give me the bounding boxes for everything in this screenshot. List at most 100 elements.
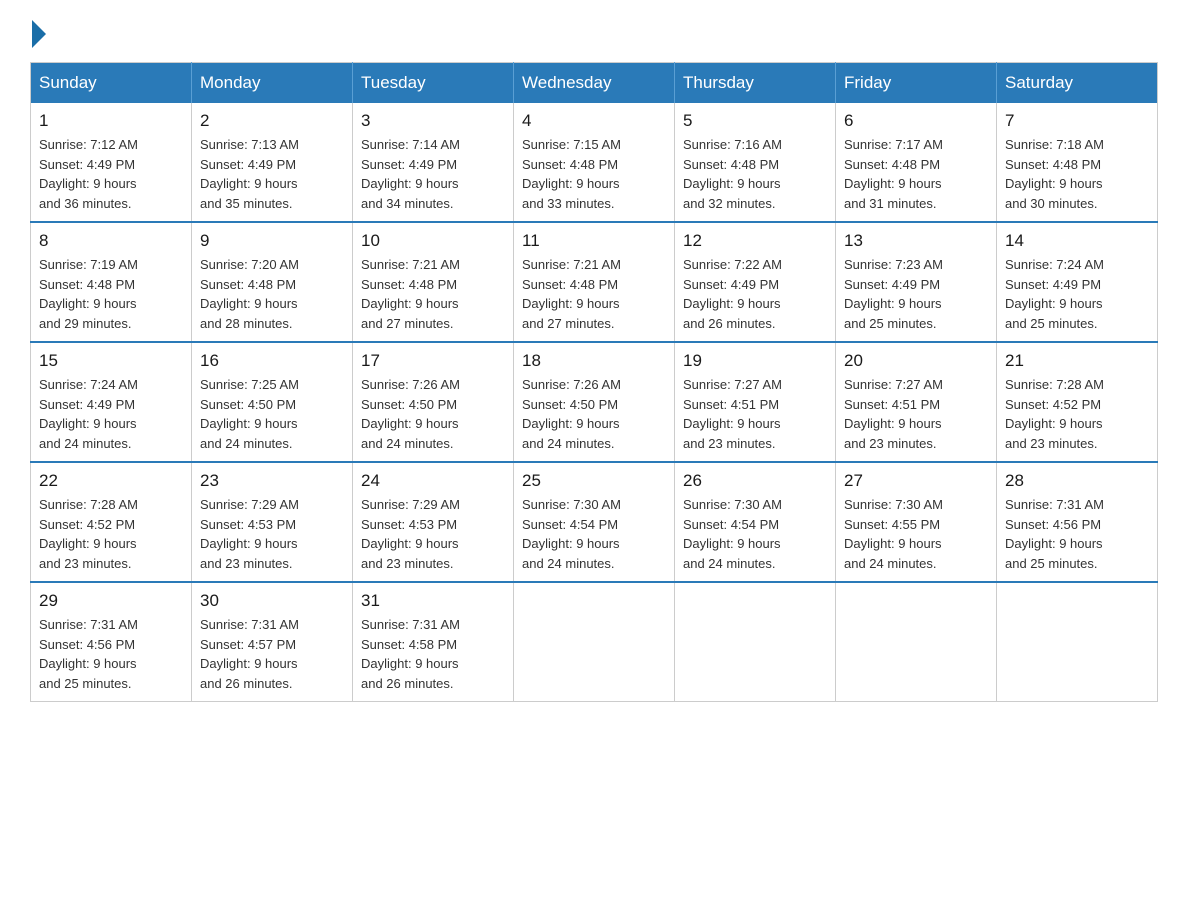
day-info: Sunrise: 7:31 AMSunset: 4:56 PMDaylight:…: [1005, 495, 1149, 573]
day-info: Sunrise: 7:29 AMSunset: 4:53 PMDaylight:…: [361, 495, 505, 573]
col-header-monday: Monday: [192, 63, 353, 104]
week-row-2: 8 Sunrise: 7:19 AMSunset: 4:48 PMDayligh…: [31, 222, 1158, 342]
day-info: Sunrise: 7:30 AMSunset: 4:54 PMDaylight:…: [522, 495, 666, 573]
day-info: Sunrise: 7:31 AMSunset: 4:57 PMDaylight:…: [200, 615, 344, 693]
day-number: 15: [39, 351, 183, 371]
day-info: Sunrise: 7:30 AMSunset: 4:54 PMDaylight:…: [683, 495, 827, 573]
day-info: Sunrise: 7:29 AMSunset: 4:53 PMDaylight:…: [200, 495, 344, 573]
day-cell: 9 Sunrise: 7:20 AMSunset: 4:48 PMDayligh…: [192, 222, 353, 342]
col-header-saturday: Saturday: [997, 63, 1158, 104]
day-info: Sunrise: 7:23 AMSunset: 4:49 PMDaylight:…: [844, 255, 988, 333]
day-info: Sunrise: 7:20 AMSunset: 4:48 PMDaylight:…: [200, 255, 344, 333]
day-cell: 20 Sunrise: 7:27 AMSunset: 4:51 PMDaylig…: [836, 342, 997, 462]
day-info: Sunrise: 7:21 AMSunset: 4:48 PMDaylight:…: [522, 255, 666, 333]
day-number: 5: [683, 111, 827, 131]
col-header-sunday: Sunday: [31, 63, 192, 104]
day-info: Sunrise: 7:13 AMSunset: 4:49 PMDaylight:…: [200, 135, 344, 213]
col-header-friday: Friday: [836, 63, 997, 104]
day-number: 18: [522, 351, 666, 371]
day-number: 20: [844, 351, 988, 371]
day-info: Sunrise: 7:26 AMSunset: 4:50 PMDaylight:…: [522, 375, 666, 453]
day-info: Sunrise: 7:25 AMSunset: 4:50 PMDaylight:…: [200, 375, 344, 453]
day-cell: 13 Sunrise: 7:23 AMSunset: 4:49 PMDaylig…: [836, 222, 997, 342]
day-info: Sunrise: 7:31 AMSunset: 4:58 PMDaylight:…: [361, 615, 505, 693]
day-number: 1: [39, 111, 183, 131]
day-info: Sunrise: 7:22 AMSunset: 4:49 PMDaylight:…: [683, 255, 827, 333]
day-number: 30: [200, 591, 344, 611]
week-row-4: 22 Sunrise: 7:28 AMSunset: 4:52 PMDaylig…: [31, 462, 1158, 582]
day-number: 24: [361, 471, 505, 491]
day-info: Sunrise: 7:31 AMSunset: 4:56 PMDaylight:…: [39, 615, 183, 693]
day-info: Sunrise: 7:19 AMSunset: 4:48 PMDaylight:…: [39, 255, 183, 333]
day-number: 19: [683, 351, 827, 371]
day-number: 6: [844, 111, 988, 131]
day-cell: 18 Sunrise: 7:26 AMSunset: 4:50 PMDaylig…: [514, 342, 675, 462]
day-number: 12: [683, 231, 827, 251]
day-number: 22: [39, 471, 183, 491]
day-number: 16: [200, 351, 344, 371]
day-cell: [514, 582, 675, 702]
day-cell: 14 Sunrise: 7:24 AMSunset: 4:49 PMDaylig…: [997, 222, 1158, 342]
day-cell: 2 Sunrise: 7:13 AMSunset: 4:49 PMDayligh…: [192, 103, 353, 222]
day-cell: 10 Sunrise: 7:21 AMSunset: 4:48 PMDaylig…: [353, 222, 514, 342]
day-number: 29: [39, 591, 183, 611]
logo: [30, 20, 48, 42]
day-info: Sunrise: 7:21 AMSunset: 4:48 PMDaylight:…: [361, 255, 505, 333]
week-row-1: 1 Sunrise: 7:12 AMSunset: 4:49 PMDayligh…: [31, 103, 1158, 222]
header-row: SundayMondayTuesdayWednesdayThursdayFrid…: [31, 63, 1158, 104]
day-cell: [836, 582, 997, 702]
day-cell: 12 Sunrise: 7:22 AMSunset: 4:49 PMDaylig…: [675, 222, 836, 342]
week-row-3: 15 Sunrise: 7:24 AMSunset: 4:49 PMDaylig…: [31, 342, 1158, 462]
day-cell: 6 Sunrise: 7:17 AMSunset: 4:48 PMDayligh…: [836, 103, 997, 222]
day-info: Sunrise: 7:14 AMSunset: 4:49 PMDaylight:…: [361, 135, 505, 213]
day-cell: 17 Sunrise: 7:26 AMSunset: 4:50 PMDaylig…: [353, 342, 514, 462]
day-info: Sunrise: 7:24 AMSunset: 4:49 PMDaylight:…: [1005, 255, 1149, 333]
week-row-5: 29 Sunrise: 7:31 AMSunset: 4:56 PMDaylig…: [31, 582, 1158, 702]
day-cell: 22 Sunrise: 7:28 AMSunset: 4:52 PMDaylig…: [31, 462, 192, 582]
day-cell: 4 Sunrise: 7:15 AMSunset: 4:48 PMDayligh…: [514, 103, 675, 222]
day-cell: 21 Sunrise: 7:28 AMSunset: 4:52 PMDaylig…: [997, 342, 1158, 462]
day-number: 2: [200, 111, 344, 131]
day-number: 7: [1005, 111, 1149, 131]
day-cell: 31 Sunrise: 7:31 AMSunset: 4:58 PMDaylig…: [353, 582, 514, 702]
day-number: 13: [844, 231, 988, 251]
page-header: [30, 20, 1158, 42]
day-number: 26: [683, 471, 827, 491]
day-number: 17: [361, 351, 505, 371]
day-number: 27: [844, 471, 988, 491]
day-cell: [675, 582, 836, 702]
day-number: 10: [361, 231, 505, 251]
day-info: Sunrise: 7:17 AMSunset: 4:48 PMDaylight:…: [844, 135, 988, 213]
day-number: 9: [200, 231, 344, 251]
day-cell: 11 Sunrise: 7:21 AMSunset: 4:48 PMDaylig…: [514, 222, 675, 342]
day-cell: 19 Sunrise: 7:27 AMSunset: 4:51 PMDaylig…: [675, 342, 836, 462]
day-cell: 25 Sunrise: 7:30 AMSunset: 4:54 PMDaylig…: [514, 462, 675, 582]
day-number: 3: [361, 111, 505, 131]
day-info: Sunrise: 7:12 AMSunset: 4:49 PMDaylight:…: [39, 135, 183, 213]
day-info: Sunrise: 7:28 AMSunset: 4:52 PMDaylight:…: [39, 495, 183, 573]
day-info: Sunrise: 7:28 AMSunset: 4:52 PMDaylight:…: [1005, 375, 1149, 453]
day-info: Sunrise: 7:18 AMSunset: 4:48 PMDaylight:…: [1005, 135, 1149, 213]
day-info: Sunrise: 7:27 AMSunset: 4:51 PMDaylight:…: [844, 375, 988, 453]
day-cell: 27 Sunrise: 7:30 AMSunset: 4:55 PMDaylig…: [836, 462, 997, 582]
day-cell: 24 Sunrise: 7:29 AMSunset: 4:53 PMDaylig…: [353, 462, 514, 582]
day-number: 25: [522, 471, 666, 491]
day-number: 31: [361, 591, 505, 611]
day-cell: 5 Sunrise: 7:16 AMSunset: 4:48 PMDayligh…: [675, 103, 836, 222]
day-number: 8: [39, 231, 183, 251]
day-cell: 23 Sunrise: 7:29 AMSunset: 4:53 PMDaylig…: [192, 462, 353, 582]
day-info: Sunrise: 7:27 AMSunset: 4:51 PMDaylight:…: [683, 375, 827, 453]
day-info: Sunrise: 7:24 AMSunset: 4:49 PMDaylight:…: [39, 375, 183, 453]
day-cell: 1 Sunrise: 7:12 AMSunset: 4:49 PMDayligh…: [31, 103, 192, 222]
day-info: Sunrise: 7:26 AMSunset: 4:50 PMDaylight:…: [361, 375, 505, 453]
day-cell: 3 Sunrise: 7:14 AMSunset: 4:49 PMDayligh…: [353, 103, 514, 222]
logo-arrow-icon: [32, 20, 46, 48]
day-info: Sunrise: 7:16 AMSunset: 4:48 PMDaylight:…: [683, 135, 827, 213]
day-cell: 26 Sunrise: 7:30 AMSunset: 4:54 PMDaylig…: [675, 462, 836, 582]
col-header-tuesday: Tuesday: [353, 63, 514, 104]
day-cell: 8 Sunrise: 7:19 AMSunset: 4:48 PMDayligh…: [31, 222, 192, 342]
day-info: Sunrise: 7:15 AMSunset: 4:48 PMDaylight:…: [522, 135, 666, 213]
day-cell: 7 Sunrise: 7:18 AMSunset: 4:48 PMDayligh…: [997, 103, 1158, 222]
day-number: 23: [200, 471, 344, 491]
day-number: 21: [1005, 351, 1149, 371]
